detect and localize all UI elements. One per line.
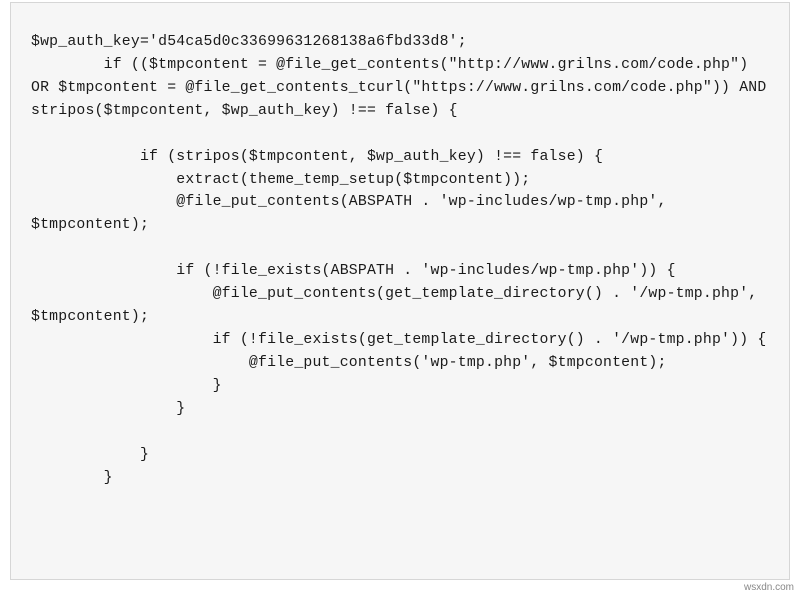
code-content: $wp_auth_key='d54ca5d0c33699631268138a6f… [31,34,776,486]
watermark: wsxdn.com [744,582,794,593]
code-block: $wp_auth_key='d54ca5d0c33699631268138a6f… [10,2,790,580]
